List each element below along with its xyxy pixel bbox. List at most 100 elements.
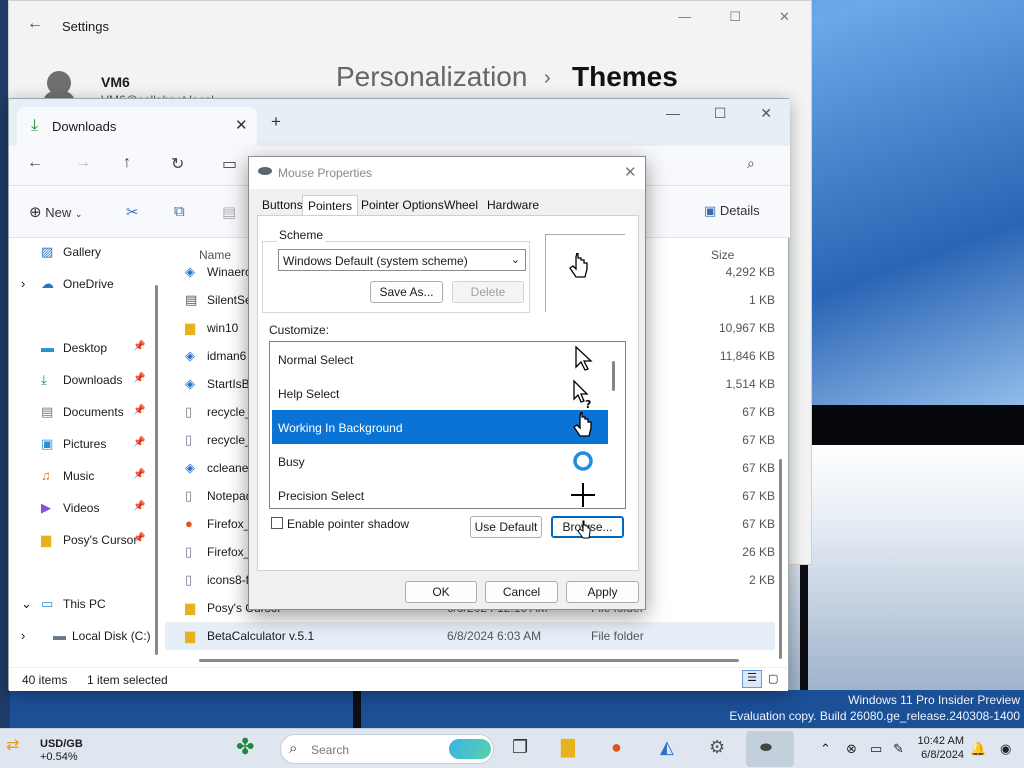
- minimize-icon[interactable]: —: [678, 9, 691, 29]
- file-size: 67 KB: [742, 489, 775, 503]
- file-size: 11,846 KB: [719, 349, 775, 363]
- paste-icon[interactable]: ▤: [222, 203, 236, 221]
- firefox-icon[interactable]: ●: [611, 737, 622, 758]
- sidebar-scrollbar[interactable]: [155, 285, 158, 655]
- chevron-down-icon: ⌄: [510, 254, 520, 266]
- file-size: 67 KB: [742, 517, 775, 531]
- sidebar-item-music[interactable]: ♫ Music 📌: [9, 464, 159, 488]
- cursor-list-scrollbar[interactable]: [612, 361, 615, 391]
- chevron-up-icon[interactable]: ⌃: [820, 741, 831, 757]
- tab-wheel[interactable]: Wheel: [444, 198, 478, 212]
- copy-icon[interactable]: ⧉: [174, 203, 185, 220]
- file-date: 6/8/2024 6:03 AM: [447, 629, 542, 643]
- settings-gear-icon[interactable]: ⚙: [709, 737, 725, 758]
- close-icon[interactable]: ✕: [779, 9, 790, 29]
- cursor-list-item[interactable]: Help Select?: [272, 376, 608, 410]
- clock[interactable]: 10:42 AM 6/8/2024: [916, 734, 964, 762]
- app-icon: ◈: [185, 460, 195, 475]
- cut-icon[interactable]: ✂: [126, 203, 139, 221]
- file-row[interactable]: ▆ BetaCalculator v.5.1 6/8/2024 6:03 AM Fil…: [165, 622, 775, 650]
- tiles-view-icon[interactable]: ▢: [768, 672, 778, 685]
- cursor-role-label: Help Select: [278, 387, 340, 401]
- sidebar-item-onedrive[interactable]: › ☁ OneDrive: [9, 272, 159, 296]
- tab-buttons[interactable]: Buttons: [262, 198, 303, 212]
- notification-bell-icon[interactable]: 🔔: [970, 741, 986, 757]
- file-name: Firefox_: [207, 517, 251, 531]
- monitor-icon[interactable]: ▭: [870, 741, 882, 757]
- forward-arrow-icon[interactable]: →: [75, 154, 91, 172]
- minimize-icon[interactable]: —: [666, 105, 680, 122]
- cursor-list-item[interactable]: Working In Background: [272, 410, 608, 444]
- sidebar-item-this-pc[interactable]: ⌄ ▭ This PC: [9, 592, 159, 616]
- new-tab-icon[interactable]: +: [271, 112, 281, 132]
- delete-button[interactable]: Delete: [452, 281, 524, 303]
- back-arrow-icon[interactable]: ←: [27, 15, 43, 33]
- refresh-icon[interactable]: ↻: [171, 154, 184, 174]
- maximize-icon[interactable]: ☐: [729, 9, 741, 29]
- cursor-role-label: Precision Select: [278, 489, 365, 503]
- details-label: Details: [719, 203, 760, 218]
- ok-button[interactable]: OK: [405, 581, 477, 603]
- save-as-button[interactable]: Save As...: [370, 281, 443, 303]
- sidebar-item-videos[interactable]: ▶ Videos 📌: [9, 496, 159, 520]
- sidebar-item-desktop[interactable]: ▬ Desktop 📌: [9, 336, 159, 360]
- file-size: 67 KB: [742, 405, 775, 419]
- monitor-icon[interactable]: ▭: [222, 154, 237, 174]
- sidebar-item-posy-s-cursor[interactable]: ▆ Posy's Cursor 📌: [9, 528, 159, 552]
- cursor-list-item[interactable]: Precision Select: [272, 478, 608, 508]
- tab-pointer-options[interactable]: Pointer Options: [361, 198, 444, 212]
- file-size: 2 KB: [748, 573, 775, 587]
- pointer-shadow-checkbox[interactable]: [271, 517, 283, 529]
- expand-chevron-icon[interactable]: ›: [21, 276, 25, 291]
- file-name: BetaCalculator v.5.1: [207, 629, 315, 643]
- task-view-icon[interactable]: ❐: [512, 737, 528, 758]
- taskbar-search[interactable]: ⌕ Search: [280, 734, 494, 764]
- details-view-icon[interactable]: ☰: [742, 670, 762, 688]
- pen-icon[interactable]: ✎: [893, 741, 904, 757]
- file-size: 67 KB: [742, 461, 775, 475]
- close-icon[interactable]: ✕: [624, 163, 637, 181]
- close-icon[interactable]: ✕: [760, 105, 772, 122]
- back-arrow-icon[interactable]: ←: [27, 154, 43, 172]
- pin-icon: 📌: [133, 469, 146, 480]
- mouse-icon[interactable]: ⬬: [760, 739, 772, 756]
- cancel-button[interactable]: Cancel: [485, 581, 558, 603]
- scheme-value: Windows Default (system scheme): [283, 254, 468, 268]
- cursor-list-item[interactable]: Busy: [272, 444, 608, 478]
- close-tab-icon[interactable]: ✕: [235, 116, 248, 134]
- apply-button[interactable]: Apply: [566, 581, 639, 603]
- color-wheel-icon[interactable]: ◉: [1000, 741, 1011, 757]
- download-icon: ⤓: [31, 117, 39, 134]
- sidebar-item-documents[interactable]: ▤ Documents 📌: [9, 400, 159, 424]
- up-arrow-icon[interactable]: ↑: [123, 154, 131, 172]
- folder-icon: ▆: [41, 532, 51, 547]
- breadcrumb-parent[interactable]: Personalization: [336, 61, 527, 93]
- network-icon[interactable]: ⊗: [846, 741, 857, 757]
- use-default-button[interactable]: Use Default: [470, 516, 542, 538]
- start-icon[interactable]: ✤: [236, 734, 254, 760]
- tab-pointers[interactable]: Pointers: [302, 195, 359, 217]
- new-button[interactable]: ⊕ New ⌄: [29, 203, 82, 221]
- maximize-icon[interactable]: ☐: [714, 105, 727, 122]
- vertical-scrollbar[interactable]: [779, 459, 782, 659]
- disk-icon: ▬: [53, 628, 66, 643]
- cursor-list-item[interactable]: Normal Select: [272, 342, 608, 376]
- sidebar-item-local-disk-c-[interactable]: › ▬ Local Disk (C:): [9, 624, 159, 648]
- search-icon[interactable]: ⌕: [747, 155, 755, 172]
- sidebar-item-gallery[interactable]: ▨ Gallery: [9, 240, 159, 264]
- user-name: VM6: [101, 74, 130, 90]
- sidebar-item-downloads[interactable]: ⤓ Downloads 📌: [9, 368, 159, 392]
- scheme-dropdown[interactable]: Windows Default (system scheme) ⌄: [278, 249, 526, 271]
- horizontal-scrollbar[interactable]: [199, 659, 739, 662]
- cursor-list[interactable]: Normal Select Help Select? Working In Back…: [269, 341, 626, 509]
- paint-icon[interactable]: ◭: [660, 737, 674, 758]
- expand-chevron-icon[interactable]: ⌄: [21, 596, 32, 612]
- file-name: recycle_: [207, 405, 252, 419]
- sidebar-item-pictures[interactable]: ▣ Pictures 📌: [9, 432, 159, 456]
- tab-hardware[interactable]: Hardware: [487, 198, 539, 212]
- tab-downloads[interactable]: ⤓ Downloads ✕: [17, 107, 257, 146]
- file-explorer-icon[interactable]: ▇: [561, 737, 575, 758]
- cloud-icon: ☁: [41, 276, 54, 291]
- details-button[interactable]: ▣ Details: [704, 203, 760, 219]
- expand-chevron-icon[interactable]: ›: [21, 628, 25, 643]
